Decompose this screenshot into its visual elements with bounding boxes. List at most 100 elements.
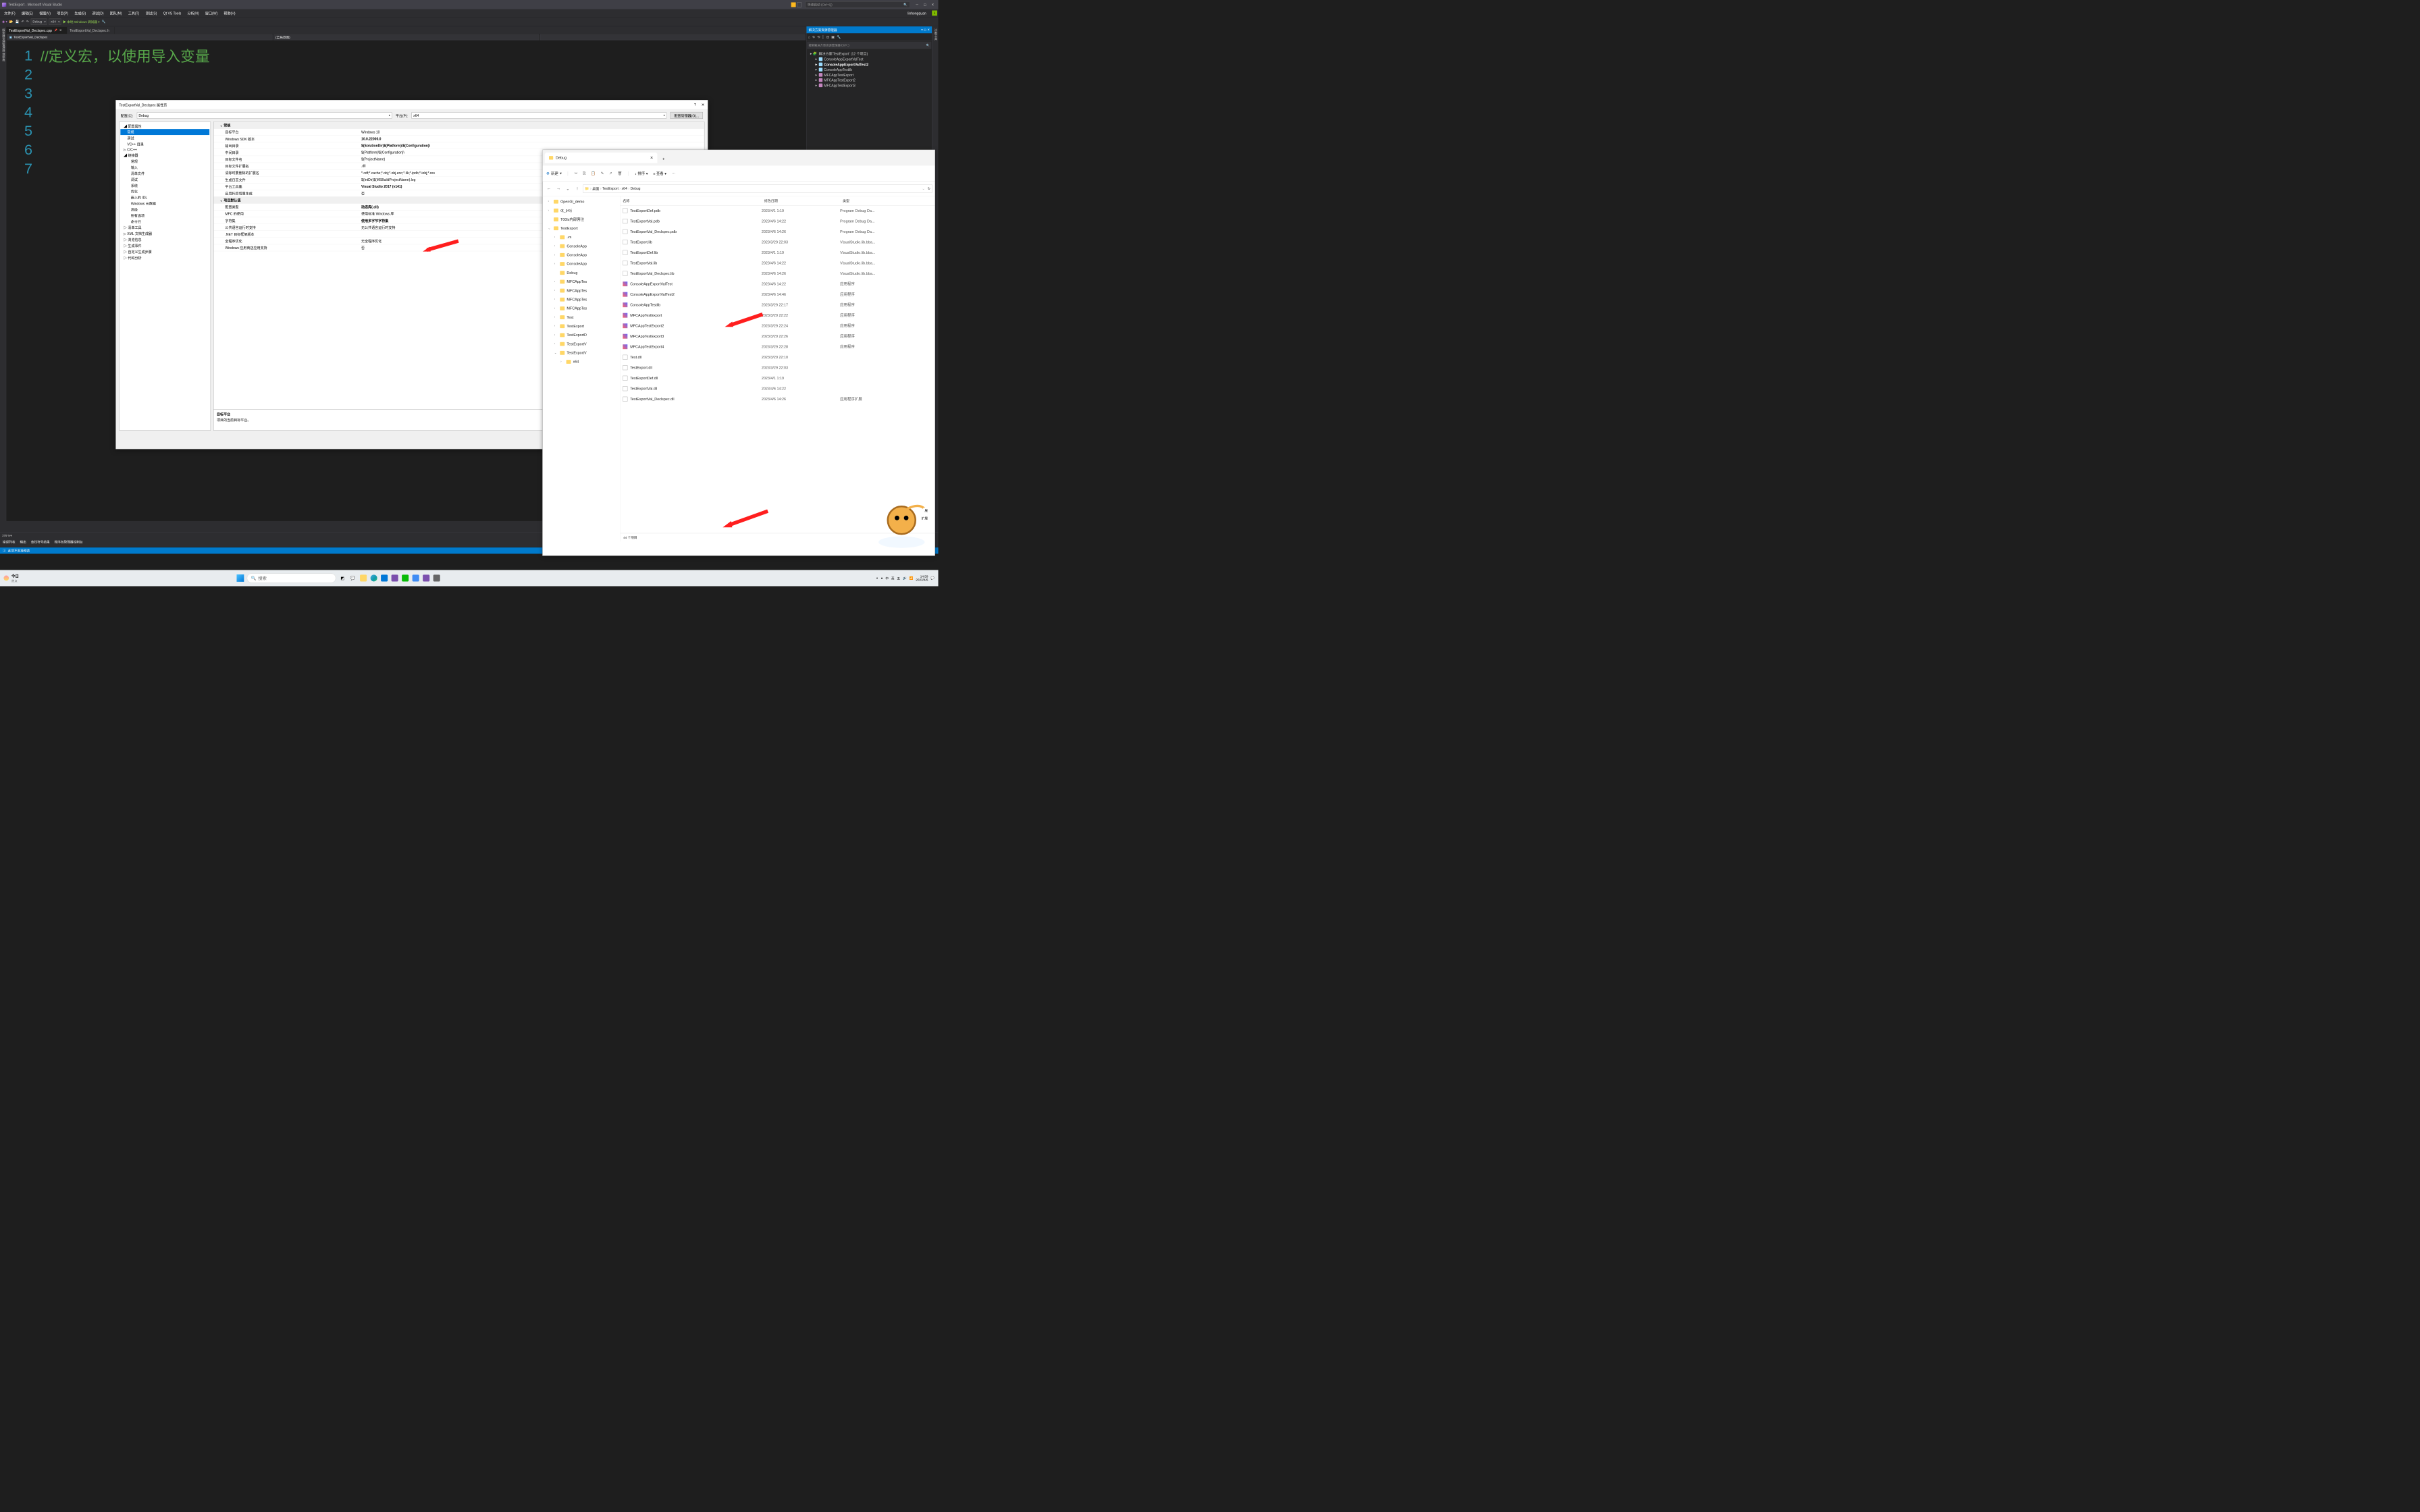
vs-running-icon[interactable] xyxy=(423,574,431,583)
col-type[interactable]: 类型 xyxy=(840,196,935,205)
ime-icon[interactable]: 中 xyxy=(885,576,889,580)
tree-item[interactable]: 高级 xyxy=(120,207,209,213)
crumb-debug[interactable]: Debug xyxy=(631,186,641,190)
folder-tree-item[interactable]: ›MFCAppTes xyxy=(544,304,619,313)
folder-tree-item[interactable]: ›OpenGl_demo xyxy=(544,197,619,206)
taskbar-search[interactable]: 🔍搜索 xyxy=(247,573,336,583)
project-item[interactable]: ▸ MFCAppTestExport xyxy=(808,72,931,78)
file-row[interactable]: TestExportVal_Declspec.pdb2023/4/6 14:26… xyxy=(620,226,935,237)
folder-tree-item[interactable]: ⌄TestExportV xyxy=(544,348,619,357)
cut-icon[interactable]: ✂ xyxy=(575,171,578,176)
forward-button[interactable]: → xyxy=(555,186,562,191)
crumb-x64[interactable]: x64 xyxy=(622,186,627,190)
tree-item[interactable]: 命令行 xyxy=(120,219,209,225)
tab-h[interactable]: TestExportVal_Declspec.h xyxy=(67,27,114,34)
platform-dropdown[interactable]: x64 xyxy=(49,19,61,25)
start-button[interactable] xyxy=(236,574,244,583)
tree-item[interactable]: 清单文件 xyxy=(120,170,209,176)
up-button[interactable]: ↑ xyxy=(573,186,581,191)
folder-tree[interactable]: ›OpenGl_demo›qt_projT00ls内部旁注⌄TestExport… xyxy=(543,196,621,541)
tab-close-icon[interactable]: ✕ xyxy=(59,29,61,32)
vs-icon[interactable] xyxy=(391,574,399,583)
open-icon[interactable]: 📂 xyxy=(9,20,14,23)
col-date[interactable]: 修改日期 xyxy=(762,196,840,205)
tab-output[interactable]: 输出 xyxy=(20,539,26,544)
folder-tree-item[interactable]: ›TestExport xyxy=(544,321,619,330)
volume-icon[interactable]: 🔊 xyxy=(903,576,907,580)
notification-badge-icon[interactable] xyxy=(791,2,796,7)
project-item[interactable]: ▸ MFCAppTestExport2 xyxy=(808,78,931,83)
platform-combo[interactable]: x64 xyxy=(411,112,666,118)
rename-icon[interactable]: ✎ xyxy=(601,171,604,176)
nav-back-icon[interactable]: ◉ ▾ xyxy=(2,20,7,23)
menu-debug[interactable]: 调试(D) xyxy=(89,11,107,16)
tray-icon[interactable]: ● xyxy=(881,576,883,580)
pin-icon[interactable]: 📌 xyxy=(54,29,57,32)
folder-tree-item[interactable]: ›MFCAppTes xyxy=(544,286,619,295)
solution-root[interactable]: ▸ 🧩 解决方案'TestExport' (12 个项目) xyxy=(808,51,931,57)
dialog-help-button[interactable]: ? xyxy=(694,103,696,107)
menu-qt[interactable]: Qt VS Tools xyxy=(160,11,184,15)
file-row[interactable]: TestExport.lib2023/3/29 22:03VisualStudi… xyxy=(620,237,935,248)
folder-tree-item[interactable]: ›TestExportD xyxy=(544,331,619,340)
more-button[interactable]: ⋯ xyxy=(672,171,675,176)
tree-item[interactable]: 所有选项 xyxy=(120,213,209,219)
project-item[interactable]: ▸ ConsoleAppTestlib xyxy=(808,67,931,72)
file-row[interactable]: TestExportVal.pdb2023/4/6 14:22Program D… xyxy=(620,216,935,227)
tree-vcdirs[interactable]: VC++ 目录 xyxy=(120,141,209,147)
section-header[interactable]: ⌄ 常规 xyxy=(213,122,704,129)
tree-item[interactable]: ▷ 浏览信息 xyxy=(120,236,209,242)
folder-tree-item[interactable]: ›MFCAppTes xyxy=(544,277,619,286)
start-debug-button[interactable]: ▶ 本地 Windows 调试器 ▾ xyxy=(63,20,99,24)
config-dropdown[interactable]: Debug xyxy=(31,19,47,25)
show-all-icon[interactable]: ▣ xyxy=(831,35,835,39)
folder-tree-item[interactable]: ›ConsoleApp xyxy=(544,242,619,250)
folder-tree-item[interactable]: ›.vs xyxy=(544,233,619,242)
sort-button[interactable]: ↕ 排序 ▾ xyxy=(635,171,648,176)
menu-file[interactable]: 文件(F) xyxy=(1,11,19,16)
tree-cpp[interactable]: ▷ C/C++ xyxy=(120,147,209,153)
folder-tree-item[interactable]: ›MFCAppTes xyxy=(544,295,619,304)
solution-tree[interactable]: ▸ 🧩 解决方案'TestExport' (12 个项目) ▸ ConsoleA… xyxy=(807,49,932,89)
folder-tree-item[interactable]: ⌄TestExport xyxy=(544,223,619,232)
tree-item[interactable]: 系统 xyxy=(120,182,209,188)
file-row[interactable]: MFCAppTestExport32023/3/29 22:26应用程序 xyxy=(620,331,935,342)
crumb-project[interactable]: TestExport xyxy=(602,186,619,190)
project-item[interactable]: ▸ MFCAppTestExport3 xyxy=(808,83,931,88)
folder-tree-item[interactable]: ›TestExportV xyxy=(544,340,619,348)
property-row[interactable]: 目标平台Windows 10 xyxy=(213,129,704,136)
back-button[interactable]: ← xyxy=(546,186,553,191)
notification-icon[interactable]: 💬 xyxy=(930,576,935,580)
file-row[interactable]: ConsoleAppExportValTest22023/4/6 14:46应用… xyxy=(620,289,935,300)
menu-build[interactable]: 生成(B) xyxy=(72,11,89,16)
menu-tools[interactable]: 工具(T) xyxy=(125,11,142,16)
project-item[interactable]: ▸ ConsoleAppExportValTest2 xyxy=(808,61,931,67)
property-tree[interactable]: ◢ 配置属性 常规 调试 VC++ 目录 ▷ C/C++ ◢ 链接器 常规输入清… xyxy=(119,122,211,430)
folder-tree-item[interactable]: ›qt_proj xyxy=(544,206,619,215)
file-row[interactable]: ConsoleAppTestlib2023/3/29 22:17应用程序 xyxy=(620,300,935,310)
other-icon[interactable] xyxy=(433,574,441,583)
tree-item[interactable]: 调试 xyxy=(120,176,209,182)
quick-launch-input[interactable]: 快速启动 (Ctrl+Q) 🔍 xyxy=(806,1,910,7)
redo-icon[interactable]: ↷ xyxy=(26,20,29,23)
planner-icon[interactable] xyxy=(412,574,420,583)
tab-find-symbols[interactable]: 查找符号结果 xyxy=(31,539,50,544)
tab-cpp[interactable]: TestExportVal_Declspec.cpp📌✕ xyxy=(6,27,67,34)
folder-tree-item[interactable]: ›Test xyxy=(544,313,619,321)
tree-item[interactable]: ▷ XML 文档生成器 xyxy=(120,231,209,237)
solution-search-input[interactable]: 搜索解决方案资源管理器(Ctrl+;)🔍 xyxy=(807,42,931,49)
home-icon[interactable]: ⌂ xyxy=(808,35,810,39)
file-row[interactable]: MFCAppTestExport42023/3/29 22:28应用程序 xyxy=(620,342,935,352)
menu-team[interactable]: 团队(M) xyxy=(107,11,125,16)
view-button[interactable]: ≡ 查看 ▾ xyxy=(653,171,666,176)
project-item[interactable]: ▸ ConsoleAppExportValTest xyxy=(808,57,931,62)
wechat-icon[interactable] xyxy=(402,574,410,583)
mascot-label[interactable]: 扩展 xyxy=(920,516,929,521)
folder-tree-item[interactable]: ›x64 xyxy=(544,357,619,366)
menu-window[interactable]: 窗口(W) xyxy=(202,11,221,16)
tree-config-root[interactable]: ◢ 配置属性 xyxy=(120,123,209,129)
collapse-icon[interactable]: ⊟ xyxy=(826,35,829,39)
sync-icon[interactable]: ⟲ xyxy=(817,35,820,39)
mascot-label[interactable]: 展 xyxy=(923,508,929,513)
menu-view[interactable]: 视图(V) xyxy=(36,11,53,16)
